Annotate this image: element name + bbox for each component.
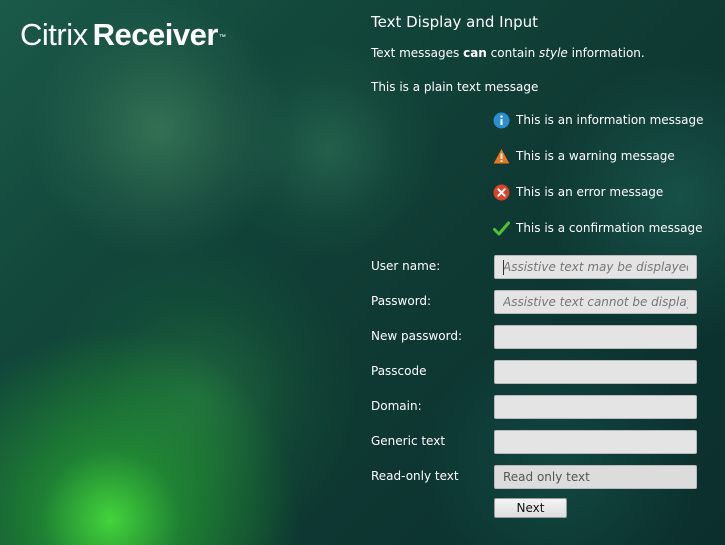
plain-text-message: This is a plain text message (371, 80, 539, 94)
generic-text-label: Generic text (371, 434, 446, 448)
confirmation-message-text: This is a confirmation message (516, 221, 703, 235)
rich-text-part: Text messages (371, 46, 464, 60)
username-label: User name: (371, 259, 441, 273)
new-password-label: New password: (371, 329, 463, 343)
generic-text-input[interactable] (494, 430, 697, 454)
new-password-input[interactable] (494, 325, 697, 349)
error-icon (493, 184, 510, 201)
info-icon (493, 112, 510, 129)
domain-input[interactable] (494, 395, 697, 419)
readonly-text-field: Read only text (494, 465, 697, 489)
confirmation-message: This is a confirmation message (493, 219, 703, 237)
rich-text-message: Text messages can contain style informat… (371, 45, 645, 61)
logo-word-receiver: Receiver (92, 17, 219, 52)
logo-word-citrix: Citrix (20, 17, 88, 52)
password-input[interactable] (494, 290, 697, 314)
logo-trademark: ™ (218, 34, 226, 41)
warning-icon (493, 148, 510, 165)
citrix-receiver-logo: Citrix Receiver™ (20, 17, 226, 53)
rich-text-part: information. (567, 46, 645, 60)
readonly-text-label: Read-only text (371, 469, 459, 483)
warning-message: This is a warning message (493, 147, 675, 165)
passcode-label: Passcode (371, 364, 427, 378)
username-input[interactable] (494, 255, 697, 279)
page-title: Text Display and Input (371, 13, 538, 31)
warning-message-text: This is a warning message (516, 149, 675, 163)
text-cursor (503, 260, 504, 275)
info-message: This is an information message (493, 111, 704, 129)
rich-text-bold: can (463, 46, 487, 60)
rich-text-italic: style (539, 46, 568, 60)
check-icon (493, 220, 510, 237)
error-message-text: This is an error message (516, 185, 664, 199)
domain-label: Domain: (371, 399, 422, 413)
rich-text-part: contain (486, 46, 540, 60)
info-message-text: This is an information message (516, 113, 704, 127)
passcode-input[interactable] (494, 360, 697, 384)
password-label: Password: (371, 294, 432, 308)
error-message: This is an error message (493, 183, 663, 201)
next-button[interactable]: Next (494, 498, 567, 518)
